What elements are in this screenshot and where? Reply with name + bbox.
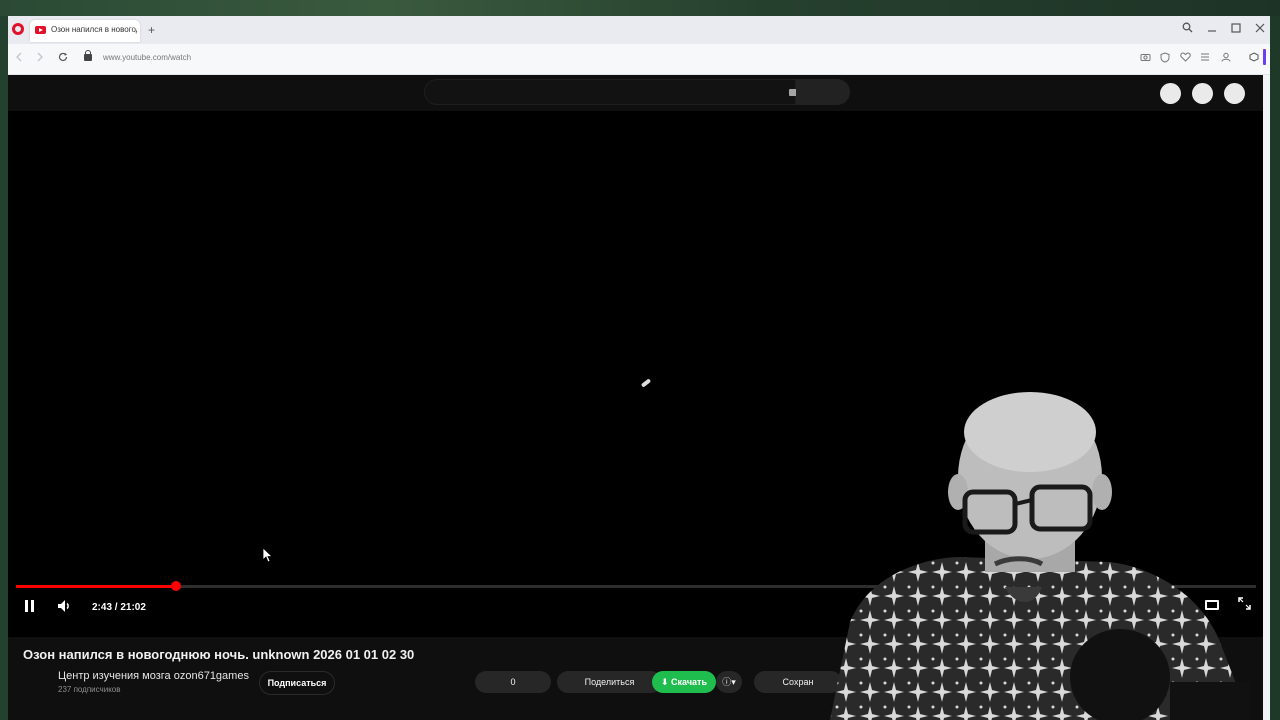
search-button[interactable]: [796, 79, 850, 105]
back-icon[interactable]: [15, 52, 23, 65]
forward-icon[interactable]: [36, 52, 44, 65]
loading-spinner-icon: [640, 378, 652, 388]
channel-name[interactable]: Центр изучения мозга ozon671games: [58, 670, 249, 682]
volume-icon[interactable]: [57, 599, 73, 618]
account-icon[interactable]: [1221, 52, 1231, 66]
progress-played: [16, 585, 177, 588]
url-field[interactable]: www.youtube.com/watch: [103, 53, 191, 62]
shield-icon[interactable]: [1160, 52, 1170, 67]
download-info-icon[interactable]: ⓘ▾: [716, 671, 742, 693]
close-icon[interactable]: [1255, 22, 1265, 36]
desktop-background-right: [1270, 16, 1280, 720]
address-bar: www.youtube.com/watch: [8, 44, 1270, 75]
minimize-icon[interactable]: [1207, 22, 1217, 36]
subscribe-button[interactable]: Подписаться: [259, 671, 335, 695]
maximize-icon[interactable]: [1231, 22, 1241, 36]
video-title: Озон напился в новогоднюю ночь. unknown …: [23, 647, 415, 662]
desktop-background-top: [0, 0, 1280, 16]
mouse-cursor-icon: [263, 548, 273, 563]
desktop-background-left: [0, 16, 8, 720]
webcam-overlay: [810, 392, 1270, 720]
notifications-button[interactable]: [1192, 83, 1213, 104]
search-tabs-icon[interactable]: [1182, 22, 1193, 36]
like-button[interactable]: 0: [475, 671, 551, 693]
download-arrow-icon: ⬇: [660, 677, 672, 687]
sidebar-accent-bar: [1263, 49, 1266, 65]
tab-youtube[interactable]: Озон напился в новогод: [30, 20, 140, 42]
extensions-icon[interactable]: [1249, 52, 1259, 66]
reload-icon[interactable]: [58, 52, 68, 65]
youtube-favicon-icon: [35, 26, 46, 34]
share-button[interactable]: Поделиться: [557, 671, 662, 693]
heart-icon[interactable]: [1180, 52, 1191, 66]
menu-icon[interactable]: [1200, 52, 1210, 66]
lock-icon: [84, 50, 92, 61]
progress-scrubber[interactable]: [171, 581, 182, 591]
tab-title: Озон напился в новогод: [51, 25, 137, 34]
opera-logo-icon[interactable]: [12, 23, 24, 35]
tab-bar: Озон напился в новогод +: [8, 16, 1270, 44]
search-input[interactable]: [424, 79, 801, 105]
download-label: Скачать: [671, 677, 707, 687]
avatar[interactable]: [1224, 83, 1245, 104]
download-button[interactable]: ⬇ Скачать: [652, 671, 716, 693]
pause-button[interactable]: [24, 600, 36, 612]
new-tab-button[interactable]: +: [148, 24, 155, 36]
create-button[interactable]: [1160, 83, 1181, 104]
streamer-webcam-image: [830, 392, 1250, 720]
camera-icon[interactable]: [1140, 52, 1151, 66]
time-display: 2:43 / 21:02: [92, 602, 146, 613]
subscriber-count: 237 подписчиков: [58, 685, 121, 694]
youtube-header: [8, 75, 1263, 111]
